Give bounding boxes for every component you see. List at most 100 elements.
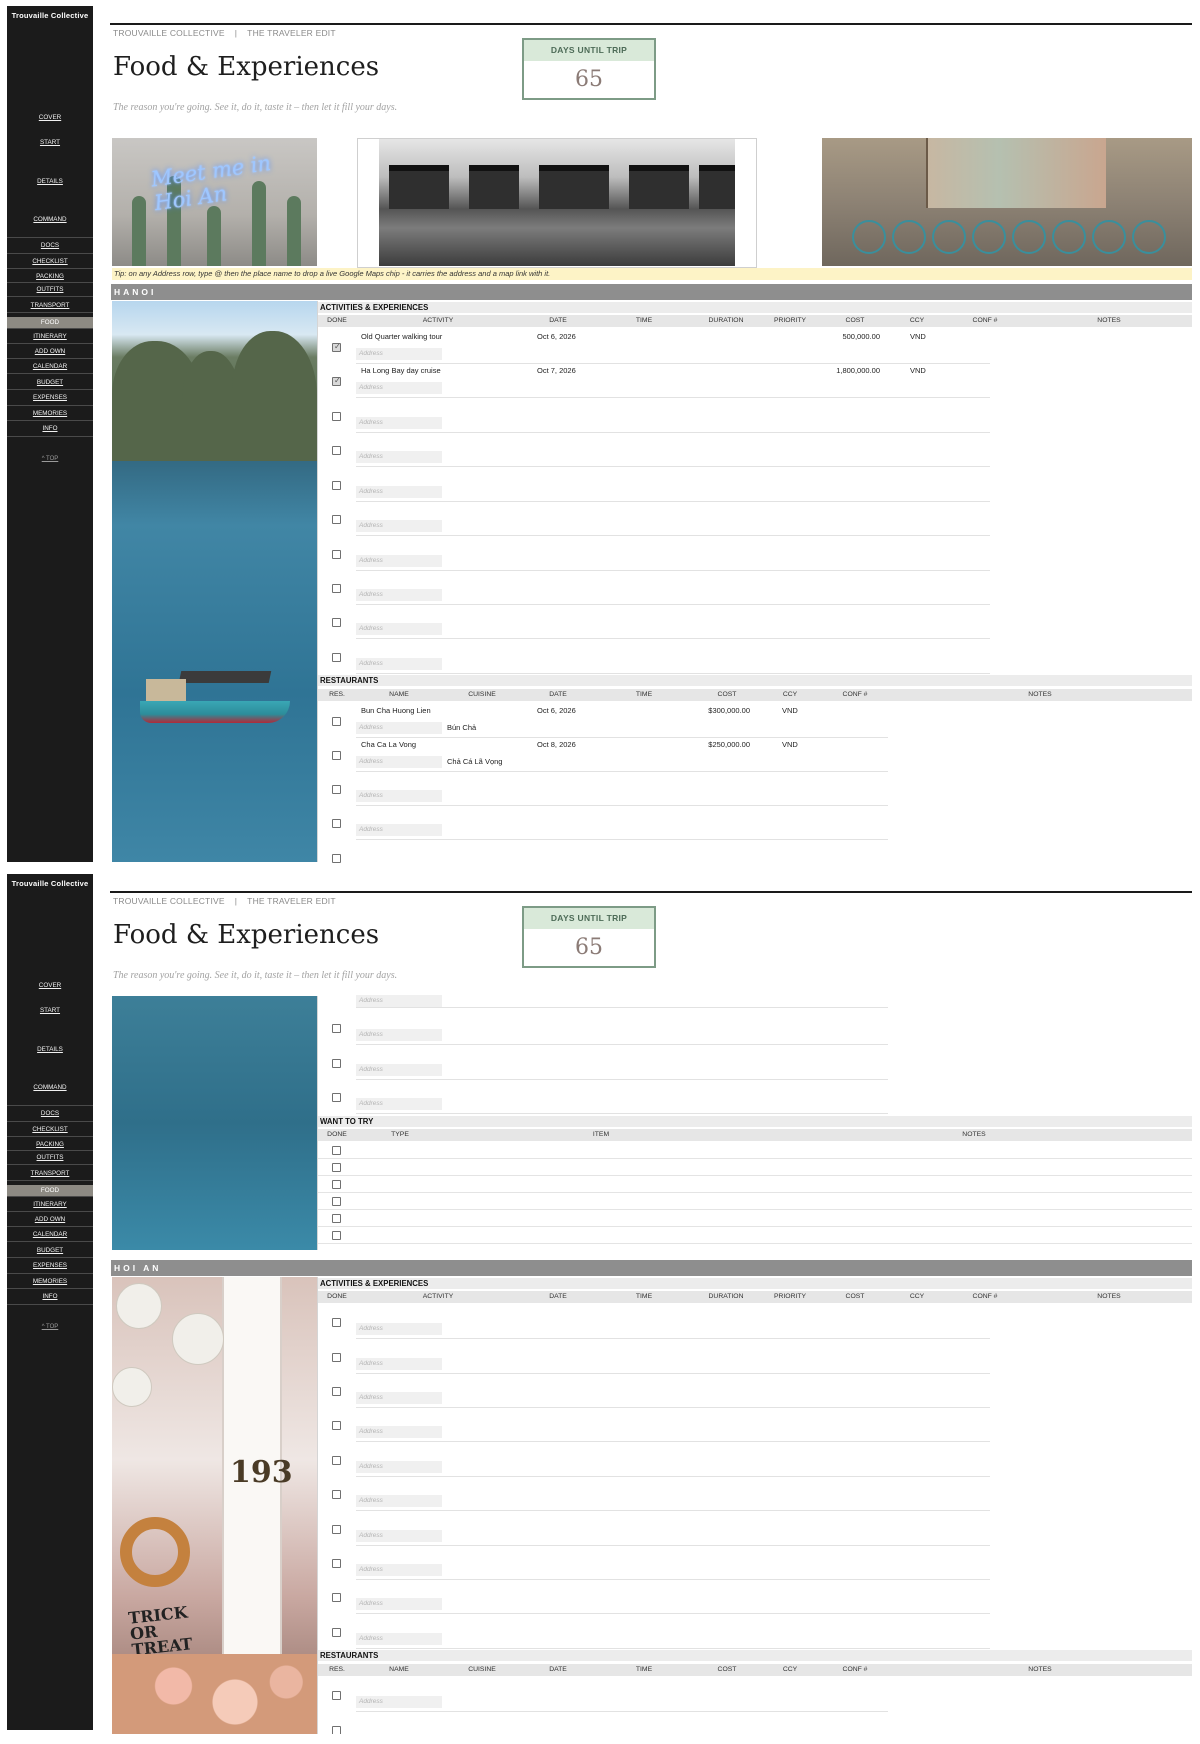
- reservation-checkbox[interactable]: [332, 1726, 341, 1734]
- restaurant-currency[interactable]: VND: [782, 706, 798, 715]
- done-checkbox[interactable]: [332, 1353, 341, 1362]
- address-field[interactable]: Address: [356, 995, 442, 1007]
- address-field[interactable]: Address: [356, 1633, 442, 1645]
- address-field[interactable]: Address: [356, 1495, 442, 1507]
- address-field[interactable]: Address: [356, 756, 442, 768]
- address-field[interactable]: Address: [356, 486, 442, 498]
- sidebar-item-outfits[interactable]: OUTFITS: [7, 1154, 93, 1161]
- sidebar-item-checklist[interactable]: CHECKLIST: [7, 258, 93, 265]
- reservation-checkbox[interactable]: [332, 717, 341, 726]
- address-field[interactable]: Address: [356, 1392, 442, 1404]
- back-to-top-link[interactable]: ^ TOP: [7, 1324, 93, 1330]
- done-checkbox[interactable]: [332, 1456, 341, 1465]
- address-field[interactable]: Address: [356, 1064, 442, 1076]
- reservation-checkbox[interactable]: [332, 751, 341, 760]
- activity-date[interactable]: Oct 6, 2026: [537, 332, 576, 341]
- activity-cost[interactable]: 500,000.00: [842, 332, 880, 341]
- restaurant-cost[interactable]: $250,000.00: [708, 740, 750, 749]
- restaurant-cuisine[interactable]: Chả Cá Lã Vọng: [447, 757, 502, 766]
- sidebar-item-packing[interactable]: PACKING: [7, 273, 93, 280]
- done-checkbox[interactable]: [332, 1525, 341, 1534]
- breadcrumb-edition[interactable]: THE TRAVELER EDIT: [247, 896, 336, 906]
- sidebar-item-checklist[interactable]: CHECKLIST: [7, 1126, 93, 1133]
- done-checkbox[interactable]: [332, 550, 341, 559]
- activity-name[interactable]: Old Quarter walking tour: [361, 332, 442, 341]
- reservation-checkbox[interactable]: [332, 854, 341, 863]
- address-field[interactable]: Address: [356, 790, 442, 802]
- done-checkbox[interactable]: [332, 1146, 341, 1155]
- done-checkbox[interactable]: [332, 1180, 341, 1189]
- address-field[interactable]: Address: [356, 824, 442, 836]
- done-checkbox[interactable]: [332, 1421, 341, 1430]
- reservation-checkbox[interactable]: [332, 819, 341, 828]
- sidebar-item-itinerary[interactable]: ITINERARY: [7, 333, 93, 340]
- address-field[interactable]: Address: [356, 658, 442, 670]
- done-checkbox[interactable]: [332, 584, 341, 593]
- restaurant-cost[interactable]: $300,000.00: [708, 706, 750, 715]
- done-checkbox[interactable]: [332, 1318, 341, 1327]
- done-checkbox[interactable]: [332, 1163, 341, 1172]
- breadcrumb-edition[interactable]: THE TRAVELER EDIT: [247, 28, 336, 38]
- sidebar-item-cover[interactable]: COVER: [7, 982, 93, 989]
- address-field[interactable]: Address: [356, 1598, 442, 1610]
- activity-currency[interactable]: VND: [910, 366, 926, 375]
- done-checkbox[interactable]: [332, 1231, 341, 1240]
- back-to-top-link[interactable]: ^ TOP: [7, 456, 93, 462]
- restaurant-date[interactable]: Oct 8, 2026: [537, 740, 576, 749]
- done-checkbox[interactable]: [332, 1490, 341, 1499]
- address-field[interactable]: Address: [356, 1029, 442, 1041]
- address-field[interactable]: Address: [356, 451, 442, 463]
- done-checkbox[interactable]: [332, 618, 341, 627]
- sidebar-item-packing[interactable]: PACKING: [7, 1141, 93, 1148]
- address-field[interactable]: Address: [356, 1461, 442, 1473]
- sidebar-item-budget[interactable]: BUDGET: [7, 1247, 93, 1254]
- activity-name[interactable]: Ha Long Bay day cruise: [361, 366, 441, 375]
- address-field[interactable]: Address: [356, 722, 442, 734]
- address-field[interactable]: Address: [356, 623, 442, 635]
- address-field[interactable]: Address: [356, 1696, 442, 1708]
- sidebar-item-add-own[interactable]: ADD OWN: [7, 348, 93, 355]
- restaurant-date[interactable]: Oct 6, 2026: [537, 706, 576, 715]
- sidebar-item-command[interactable]: COMMAND: [7, 216, 93, 223]
- address-field[interactable]: Address: [356, 1323, 442, 1335]
- activity-cost[interactable]: 1,800,000.00: [836, 366, 880, 375]
- address-field[interactable]: Address: [356, 382, 442, 394]
- sidebar-item-memories[interactable]: MEMORIES: [7, 410, 93, 417]
- sidebar-item-start[interactable]: START: [7, 1007, 93, 1014]
- reservation-checkbox[interactable]: [332, 1024, 341, 1033]
- done-checkbox[interactable]: [332, 376, 341, 386]
- done-checkbox[interactable]: [332, 1387, 341, 1396]
- sidebar-item-docs[interactable]: DOCS: [7, 1110, 93, 1117]
- reservation-checkbox[interactable]: [332, 785, 341, 794]
- done-checkbox[interactable]: [332, 342, 341, 352]
- sidebar-item-details[interactable]: DETAILS: [7, 178, 93, 185]
- done-checkbox[interactable]: [332, 446, 341, 455]
- sidebar-item-info[interactable]: INFO: [7, 425, 93, 432]
- done-checkbox[interactable]: [332, 1214, 341, 1223]
- address-field[interactable]: Address: [356, 589, 442, 601]
- sidebar-item-add-own[interactable]: ADD OWN: [7, 1216, 93, 1223]
- done-checkbox[interactable]: [332, 1559, 341, 1568]
- restaurant-cuisine[interactable]: Bún Chả: [447, 723, 476, 732]
- sidebar-item-details[interactable]: DETAILS: [7, 1046, 93, 1053]
- sidebar-item-expenses[interactable]: EXPENSES: [7, 1262, 93, 1269]
- sidebar-item-info[interactable]: INFO: [7, 1293, 93, 1300]
- address-field[interactable]: Address: [356, 1530, 442, 1542]
- sidebar-item-memories[interactable]: MEMORIES: [7, 1278, 93, 1285]
- address-field[interactable]: Address: [356, 1098, 442, 1110]
- done-checkbox[interactable]: [332, 481, 341, 490]
- reservation-checkbox[interactable]: [332, 1093, 341, 1102]
- sidebar-item-docs[interactable]: DOCS: [7, 242, 93, 249]
- sidebar-item-budget[interactable]: BUDGET: [7, 379, 93, 386]
- address-field[interactable]: Address: [356, 520, 442, 532]
- restaurant-currency[interactable]: VND: [782, 740, 798, 749]
- sidebar-item-itinerary[interactable]: ITINERARY: [7, 1201, 93, 1208]
- breadcrumb-brand[interactable]: TROUVAILLE COLLECTIVE: [113, 28, 225, 38]
- address-field[interactable]: Address: [356, 1564, 442, 1576]
- sidebar-item-command[interactable]: COMMAND: [7, 1084, 93, 1091]
- done-checkbox[interactable]: [332, 1628, 341, 1637]
- restaurant-name[interactable]: Cha Ca La Vong: [361, 740, 416, 749]
- sidebar-item-expenses[interactable]: EXPENSES: [7, 394, 93, 401]
- address-field[interactable]: Address: [356, 1358, 442, 1370]
- sidebar-item-calendar[interactable]: CALENDAR: [7, 1231, 93, 1238]
